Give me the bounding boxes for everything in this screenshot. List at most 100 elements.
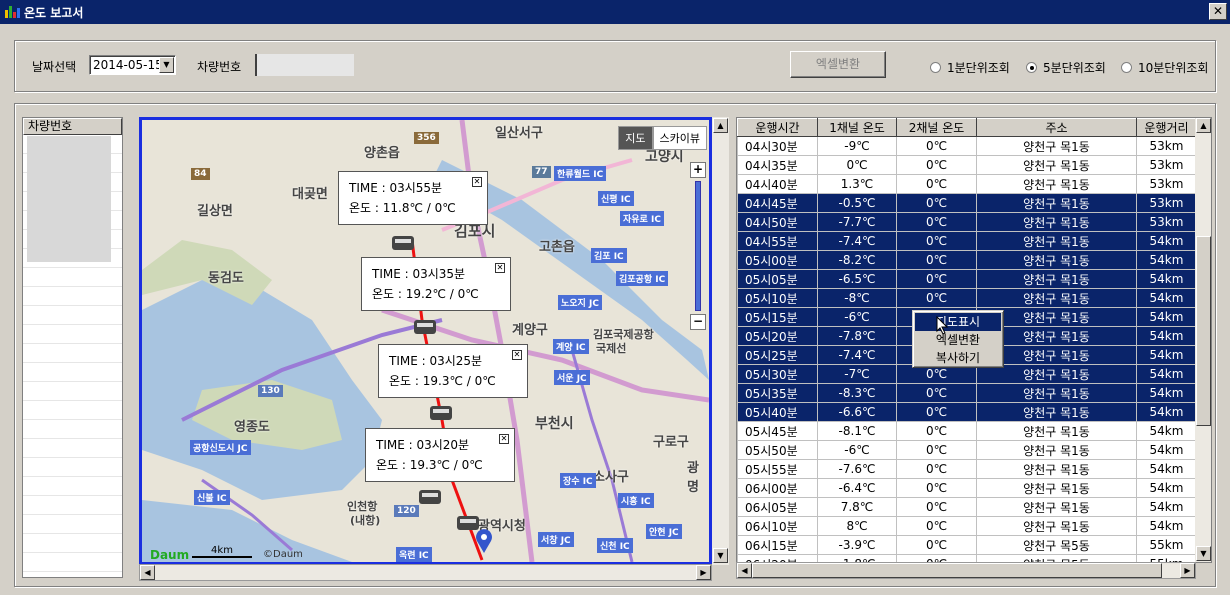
cell-temp1: -9℃ [817,136,897,156]
menu-item-copy[interactable]: 복사하기 [915,349,1001,367]
scroll-thumb[interactable] [1196,236,1211,426]
map-label: 소사구 [593,470,629,485]
table-row[interactable]: 04시55분 -7.4℃ 0℃ 양천구 목1동 54km [737,231,1197,251]
cell-temp2: 0℃ [896,535,977,555]
cell-distance: 53km [1136,174,1197,194]
table-row[interactable]: 05시40분 -6.6℃ 0℃ 양천구 목1동 54km [737,402,1197,422]
menu-item-show-map[interactable]: 지도표시 [915,313,1001,331]
radio-label: 10분단위조회 [1138,61,1209,75]
table-row[interactable]: 04시40분 1.3℃ 0℃ 양천구 목1동 53km [737,174,1197,194]
table-row[interactable]: 04시50분 -7.7℃ 0℃ 양천구 목1동 53km [737,212,1197,232]
column-header[interactable]: 1채널 온도 [817,118,897,137]
location-pin-icon[interactable] [474,528,494,554]
cell-distance: 54km [1136,478,1197,498]
cell-time: 05시30분 [737,364,818,384]
cell-time: 05시25분 [737,345,818,365]
map-label: 계양구 [512,323,548,338]
scroll-left-icon[interactable]: ◀ [140,565,155,580]
table-row[interactable]: 05시45분 -8.1℃ 0℃ 양천구 목1동 54km [737,421,1197,441]
scroll-thumb[interactable] [752,563,1162,578]
scroll-up-icon[interactable]: ▲ [1196,118,1211,133]
menu-item-excel[interactable]: 엑셀변환 [915,331,1001,349]
map-ic-label: 옥련 IC [396,547,432,562]
column-header[interactable]: 주소 [976,118,1137,137]
popup-close-icon[interactable]: ✕ [495,263,505,273]
radio-1min[interactable]: 1분단위조회 [930,59,1010,76]
scroll-down-icon[interactable]: ▼ [1196,546,1211,561]
grid-horizontal-scrollbar[interactable]: ◀ ▶ [736,562,1196,579]
table-row[interactable]: 05시00분 -8.2℃ 0℃ 양천구 목1동 54km [737,250,1197,270]
map-ic-label: 서창 JC [538,532,574,547]
scroll-right-icon[interactable]: ▶ [1180,563,1195,578]
date-picker[interactable]: 2014-05-15 ▼ [89,55,176,75]
cell-distance: 53km [1136,212,1197,232]
map-ic-label: 공항신도시 JC [190,440,251,455]
tab-map[interactable]: 지도 [618,126,653,150]
column-header[interactable]: 2채널 온도 [896,118,977,137]
table-row[interactable]: 05시55분 -7.6℃ 0℃ 양천구 목1동 54km [737,459,1197,479]
table-row[interactable]: 05시35분 -8.3℃ 0℃ 양천구 목1동 54km [737,383,1197,403]
vehicle-list[interactable]: 차량번호 [22,117,123,578]
tab-skyview[interactable]: 스카이뷰 [652,126,707,150]
cell-time: 05시40분 [737,402,818,422]
cell-temp2: 0℃ [896,421,977,441]
vehicle-input[interactable] [255,54,354,76]
scroll-right-icon[interactable]: ▶ [696,565,711,580]
zoom-in-button[interactable]: + [690,162,706,178]
cell-time: 05시55분 [737,459,818,479]
column-header[interactable]: 운행시간 [737,118,818,137]
cell-address: 양천구 목1동 [976,497,1137,517]
table-row[interactable]: 06시05분 7.8℃ 0℃ 양천구 목1동 54km [737,497,1197,517]
vehicle-marker-icon[interactable] [414,320,436,334]
table-row[interactable]: 05시05분 -6.5℃ 0℃ 양천구 목1동 54km [737,269,1197,289]
table-row[interactable]: 04시30분 -9℃ 0℃ 양천구 목1동 53km [737,136,1197,156]
dropdown-arrow-icon[interactable]: ▼ [159,57,174,73]
vehicle-marker-icon[interactable] [430,406,452,420]
scroll-left-icon[interactable]: ◀ [737,563,752,578]
popup-close-icon[interactable]: ✕ [512,350,522,360]
table-row[interactable]: 04시35분 0℃ 0℃ 양천구 목1동 53km [737,155,1197,175]
cell-time: 06시05분 [737,497,818,517]
map-copyright: ©Daum [263,549,303,560]
map-ic-label: 신불 IC [194,490,230,505]
cell-temp1: -6.6℃ [817,402,897,422]
cell-temp1: -7.7℃ [817,212,897,232]
radio-10min[interactable]: 10분단위조회 [1121,59,1208,76]
close-button[interactable]: ✕ [1209,3,1227,20]
excel-export-button[interactable]: 엑셀변환 [790,51,886,78]
cell-temp1: -8.1℃ [817,421,897,441]
radio-5min[interactable]: 5분단위조회 [1026,59,1106,76]
date-value: 2014-05-15 [93,58,163,72]
table-row[interactable]: 05시50분 -6℃ 0℃ 양천구 목1동 54km [737,440,1197,460]
table-row[interactable]: 06시15분 -3.9℃ 0℃ 양천구 목5동 55km [737,535,1197,555]
vehicle-marker-icon[interactable] [392,236,414,250]
cell-temp1: -6℃ [817,307,897,327]
table-row[interactable]: 06시00분 -6.4℃ 0℃ 양천구 목1동 54km [737,478,1197,498]
map-view[interactable]: 일산서구 고양시 양촌읍 김포시 대곶면 길상면 고촌읍 동검도 계양구 김포국… [139,117,712,565]
scroll-down-icon[interactable]: ▼ [713,548,728,563]
popup-close-icon[interactable]: ✕ [472,177,482,187]
cell-temp2: 0℃ [896,155,977,175]
map-horizontal-scrollbar[interactable]: ◀ ▶ [139,564,712,581]
cell-temp2: 0℃ [896,497,977,517]
title-bar: 온도 보고서 ✕ [0,0,1230,24]
table-row[interactable]: 04시45분 -0.5℃ 0℃ 양천구 목1동 53km [737,193,1197,213]
column-header[interactable]: 운행거리 [1136,118,1197,137]
zoom-out-button[interactable]: − [690,314,706,330]
scroll-up-icon[interactable]: ▲ [713,118,728,133]
grid-vertical-scrollbar[interactable]: ▲ ▼ [1195,118,1211,562]
map-vertical-scrollbar[interactable]: ▲ ▼ [712,117,729,565]
popup-close-icon[interactable]: ✕ [499,434,509,444]
table-row[interactable]: 06시10분 8℃ 0℃ 양천구 목1동 54km [737,516,1197,536]
map-ic-label: 김포 IC [591,248,627,263]
cell-distance: 54km [1136,516,1197,536]
cell-time: 05시15분 [737,307,818,327]
road-number: 120 [394,505,419,517]
table-row[interactable]: 05시10분 -8℃ 0℃ 양천구 목1동 54km [737,288,1197,308]
vehicle-marker-icon[interactable] [419,490,441,504]
vehicle-list-item[interactable] [27,136,111,262]
zoom-slider[interactable] [695,181,701,311]
radio-circle-checked [1026,62,1037,73]
road-number: 77 [532,166,551,178]
cell-distance: 53km [1136,136,1197,156]
